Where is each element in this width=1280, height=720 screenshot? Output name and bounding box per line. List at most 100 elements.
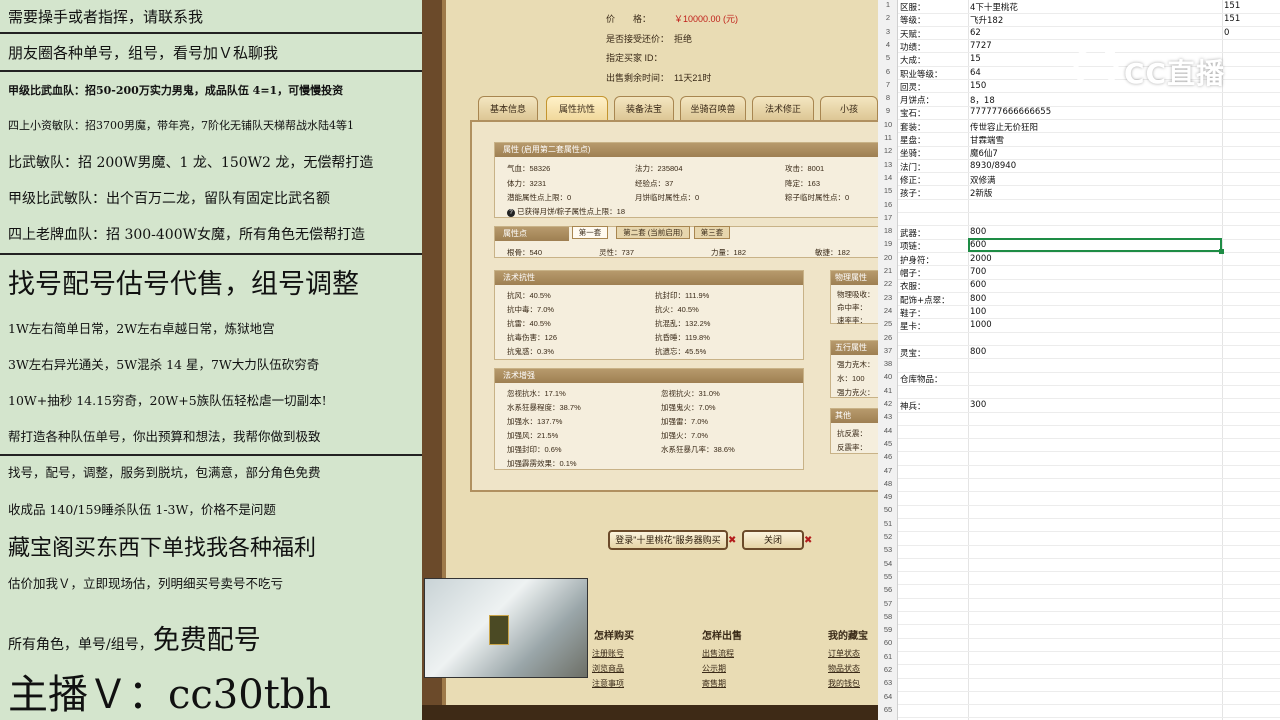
cell-a[interactable]: 天赋：: [900, 28, 926, 40]
row-number[interactable]: 61: [878, 652, 898, 661]
row-number[interactable]: 62: [878, 665, 898, 674]
row-number[interactable]: 12: [878, 146, 898, 155]
question-icon[interactable]: ?: [507, 209, 515, 217]
row-number[interactable]: 47: [878, 466, 898, 475]
footer-link[interactable]: 浏览商品: [592, 663, 624, 674]
row-number[interactable]: 6: [878, 67, 898, 76]
tab-attributes[interactable]: 属性抗性: [546, 96, 608, 122]
row-number[interactable]: 10: [878, 120, 898, 129]
row-number[interactable]: 8: [878, 93, 898, 102]
row-number[interactable]: 19: [878, 239, 898, 248]
tab-equipment[interactable]: 装备法宝: [614, 96, 674, 122]
row-number[interactable]: 15: [878, 186, 898, 195]
cell-b[interactable]: 1000: [970, 320, 992, 330]
row-number[interactable]: 44: [878, 426, 898, 435]
cell-a[interactable]: 鞋子：: [900, 307, 926, 319]
row-number[interactable]: 17: [878, 213, 898, 222]
row-number[interactable]: 21: [878, 266, 898, 275]
row-number[interactable]: 59: [878, 625, 898, 634]
cell-b[interactable]: 62: [970, 28, 981, 38]
cell-a[interactable]: 仓库物品：: [900, 373, 943, 385]
row-number[interactable]: 20: [878, 253, 898, 262]
row-number[interactable]: 49: [878, 492, 898, 501]
cell-a[interactable]: 法门：: [900, 161, 926, 173]
row-number[interactable]: 25: [878, 319, 898, 328]
cell-b[interactable]: 传世容止无价狂阳: [970, 121, 1038, 133]
fill-handle[interactable]: [1219, 249, 1224, 254]
cell-b[interactable]: 800: [970, 227, 986, 237]
row-number[interactable]: 46: [878, 452, 898, 461]
row-number[interactable]: 50: [878, 505, 898, 514]
row-number[interactable]: 16: [878, 200, 898, 209]
row-number[interactable]: 4: [878, 40, 898, 49]
row-number[interactable]: 18: [878, 226, 898, 235]
cell-a[interactable]: 回灵：: [900, 81, 926, 93]
tab-spell-modifiers[interactable]: 法术修正: [752, 96, 814, 122]
cell-a[interactable]: 护身符：: [900, 254, 934, 266]
row-number[interactable]: 42: [878, 399, 898, 408]
cell-b[interactable]: 飞升182: [970, 14, 1003, 26]
row-number[interactable]: 11: [878, 133, 898, 142]
row-number[interactable]: 54: [878, 559, 898, 568]
row-number[interactable]: 65: [878, 705, 898, 714]
row-number[interactable]: 14: [878, 173, 898, 182]
cell-c[interactable]: 151: [1224, 14, 1240, 24]
close-icon[interactable]: ✖: [804, 535, 812, 546]
cell-b[interactable]: 2000: [970, 254, 992, 264]
point-set-3-tab[interactable]: 第三套: [694, 226, 730, 239]
cell-b[interactable]: 15: [970, 54, 981, 64]
cell-a[interactable]: 星卡：: [900, 320, 926, 332]
cell-a[interactable]: 等级：: [900, 14, 926, 26]
footer-link[interactable]: 寄售期: [702, 678, 726, 689]
row-number[interactable]: 38: [878, 359, 898, 368]
row-number[interactable]: 43: [878, 412, 898, 421]
cell-c[interactable]: 0: [1224, 28, 1229, 38]
footer-link[interactable]: 我的钱包: [828, 678, 860, 689]
row-number[interactable]: 3: [878, 27, 898, 36]
point-set-2-tab[interactable]: 第二套 (当前启用): [616, 226, 690, 239]
row-number[interactable]: 63: [878, 678, 898, 687]
footer-link[interactable]: 公示期: [702, 663, 726, 674]
cell-a[interactable]: 帽子：: [900, 267, 926, 279]
row-number[interactable]: 7: [878, 80, 898, 89]
cell-c[interactable]: 151: [1224, 1, 1240, 11]
row-number[interactable]: 9: [878, 106, 898, 115]
cell-b[interactable]: 64: [970, 68, 981, 78]
login-to-buy-button[interactable]: 登录"十里桃花"服务器购买: [608, 530, 728, 550]
cell-a[interactable]: 星盘：: [900, 134, 926, 146]
tab-basic-info[interactable]: 基本信息: [478, 96, 538, 122]
selected-cell[interactable]: [968, 238, 1224, 254]
row-number[interactable]: 55: [878, 572, 898, 581]
row-number[interactable]: 2: [878, 13, 898, 22]
row-number[interactable]: 22: [878, 279, 898, 288]
row-number[interactable]: 37: [878, 346, 898, 355]
cell-a[interactable]: 功绩：: [900, 41, 926, 53]
cell-b[interactable]: 800: [970, 347, 986, 357]
footer-link[interactable]: 出售流程: [702, 648, 734, 659]
footer-link[interactable]: 物品状态: [828, 663, 860, 674]
cell-a[interactable]: 套装：: [900, 121, 926, 133]
cell-a[interactable]: 灵宝：: [900, 347, 926, 359]
footer-link[interactable]: 注意事项: [592, 678, 624, 689]
close-icon[interactable]: ✖: [728, 535, 736, 546]
cell-b[interactable]: 800: [970, 294, 986, 304]
row-number[interactable]: 5: [878, 53, 898, 62]
cell-b[interactable]: 魔6仙7: [970, 147, 998, 159]
cell-a[interactable]: 修正：: [900, 174, 926, 186]
row-number[interactable]: 13: [878, 160, 898, 169]
row-number[interactable]: 23: [878, 293, 898, 302]
cell-b[interactable]: 777777666666655: [970, 107, 1051, 117]
cell-b[interactable]: 8，18: [970, 94, 995, 106]
row-number[interactable]: 64: [878, 692, 898, 701]
row-number[interactable]: 40: [878, 372, 898, 381]
row-number[interactable]: 52: [878, 532, 898, 541]
row-number[interactable]: 58: [878, 612, 898, 621]
cell-b[interactable]: 8930/8940: [970, 161, 1016, 171]
cell-b[interactable]: 300: [970, 400, 986, 410]
cell-a[interactable]: 职业等级：: [900, 68, 943, 80]
cell-b[interactable]: 7727: [970, 41, 992, 51]
cell-b[interactable]: 150: [970, 81, 986, 91]
close-button[interactable]: 关闭: [742, 530, 804, 550]
footer-link[interactable]: 注册账号: [592, 648, 624, 659]
row-number[interactable]: 60: [878, 638, 898, 647]
